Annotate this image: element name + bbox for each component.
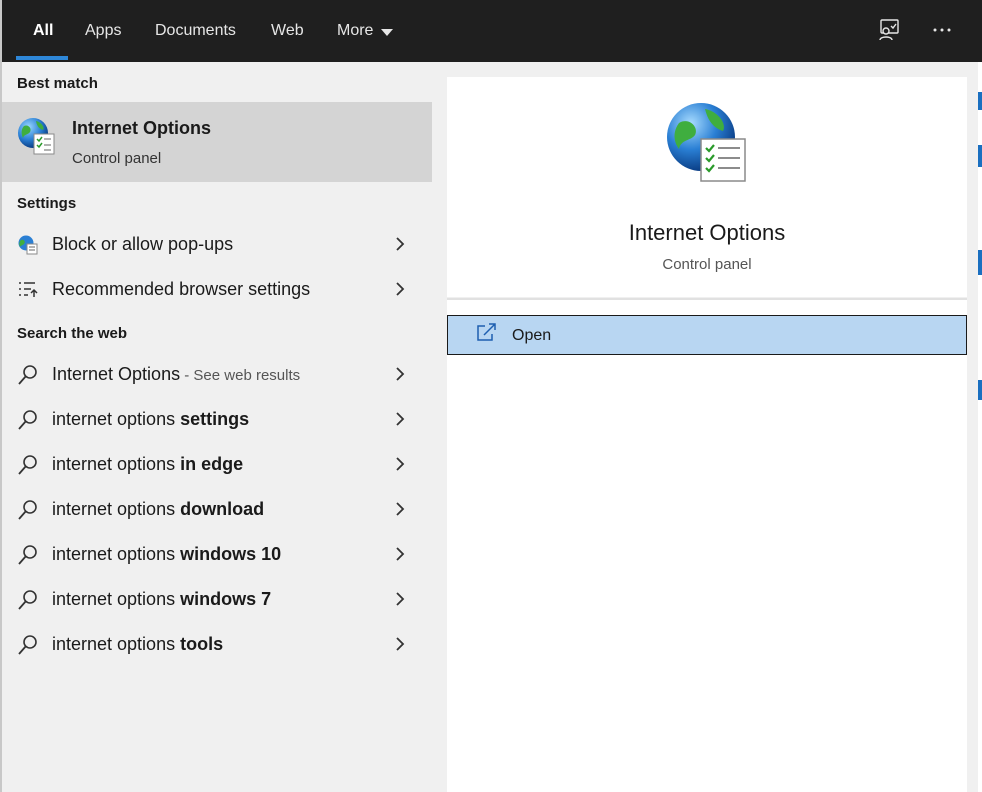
web-result-item[interactable]: internet options windows 10 — [2, 532, 432, 577]
search-icon — [16, 633, 40, 657]
tab-apps[interactable]: Apps — [85, 0, 121, 62]
active-tab-indicator — [16, 56, 68, 60]
best-match-subtitle: Control panel — [72, 150, 162, 167]
preview-pane: Internet Options Control panel Open — [432, 62, 982, 792]
preview-card: Internet Options Control panel — [447, 77, 967, 297]
chevron-down-icon — [381, 28, 394, 36]
search-window: All Apps Documents Web More Best match I… — [0, 0, 982, 792]
background-window-accent — [978, 145, 982, 167]
search-icon — [16, 543, 40, 567]
chevron-right-icon — [396, 367, 405, 381]
preview-subtitle: Control panel — [662, 256, 752, 273]
search-icon — [16, 588, 40, 612]
web-result-text: internet options — [52, 499, 181, 519]
web-result-text: internet options — [52, 589, 181, 609]
globe-settings-icon — [16, 233, 40, 257]
more-options-icon[interactable] — [929, 17, 955, 43]
web-result-bold: tools — [180, 634, 224, 654]
search-icon — [16, 453, 40, 477]
open-button-label: Open — [512, 327, 552, 344]
chevron-right-icon — [396, 457, 405, 471]
preview-actions: Open — [447, 300, 967, 792]
section-header-settings: Settings — [17, 195, 77, 212]
open-external-icon — [477, 323, 496, 341]
feedback-icon[interactable] — [876, 17, 902, 43]
preview-title: Internet Options — [628, 220, 786, 245]
web-result-label: internet options windows 10 — [52, 544, 281, 565]
settings-item-recommended-browser[interactable]: Recommended browser settings — [2, 267, 432, 312]
web-result-item[interactable]: internet options settings — [2, 397, 432, 442]
web-result-bold: settings — [180, 409, 250, 429]
tab-more[interactable]: More — [337, 0, 394, 62]
search-icon — [16, 498, 40, 522]
web-result-label: internet options windows 7 — [52, 589, 271, 610]
results-list: Best match Internet Options Control pane… — [2, 62, 432, 792]
background-window-edge — [978, 62, 982, 792]
web-result-item[interactable]: Internet Options - See web results — [2, 352, 432, 397]
web-result-label: internet options in edge — [52, 454, 243, 475]
chevron-right-icon — [396, 637, 405, 651]
chevron-right-icon — [396, 282, 405, 296]
web-result-bold: in edge — [180, 454, 244, 474]
search-scope-bar: All Apps Documents Web More — [0, 0, 982, 62]
background-window-accent — [978, 250, 982, 275]
web-result-label: internet options tools — [52, 634, 223, 655]
list-settings-icon — [16, 278, 40, 302]
open-button[interactable]: Open — [447, 315, 967, 355]
web-result-label: Internet Options - See web results — [52, 364, 300, 385]
web-result-bold: download — [180, 499, 265, 519]
background-window-accent — [978, 92, 982, 110]
window-edge — [0, 0, 2, 792]
tab-label: Web — [271, 22, 304, 39]
section-header-best-match: Best match — [17, 75, 98, 92]
chevron-right-icon — [396, 237, 405, 251]
web-result-label: internet options download — [52, 499, 264, 520]
tab-web[interactable]: Web — [271, 0, 304, 62]
settings-item-label: Block or allow pop-ups — [52, 234, 234, 254]
web-result-bold: windows 7 — [180, 589, 272, 609]
chevron-right-icon — [396, 412, 405, 426]
internet-options-icon — [667, 103, 746, 182]
settings-item-label: Recommended browser settings — [52, 279, 311, 299]
search-icon — [16, 408, 40, 432]
web-result-item[interactable]: internet options in edge — [2, 442, 432, 487]
tab-documents[interactable]: Documents — [155, 0, 236, 62]
background-window-accent — [978, 380, 982, 400]
tab-label: More — [337, 22, 374, 39]
best-match-result[interactable]: Internet Options Control panel — [2, 102, 432, 182]
tab-label: Documents — [155, 22, 236, 39]
web-result-hint: - See web results — [180, 367, 301, 384]
web-result-text: Internet Options — [52, 364, 181, 384]
best-match-name: Internet Options — [72, 118, 211, 138]
web-result-text: internet options — [52, 634, 181, 654]
web-result-text: internet options — [52, 409, 181, 429]
web-result-item[interactable]: internet options tools — [2, 622, 432, 667]
chevron-right-icon — [396, 502, 405, 516]
settings-item-block-popups[interactable]: Block or allow pop-ups — [2, 222, 432, 267]
web-result-text: internet options — [52, 454, 181, 474]
web-result-item[interactable]: internet options windows 7 — [2, 577, 432, 622]
web-result-label: internet options settings — [52, 409, 249, 430]
tab-all[interactable]: All — [33, 0, 53, 62]
web-result-item[interactable]: internet options download — [2, 487, 432, 532]
web-result-text: internet options — [52, 544, 181, 564]
tab-label: All — [33, 22, 54, 39]
section-header-search-web: Search the web — [17, 325, 128, 342]
chevron-right-icon — [396, 547, 405, 561]
web-result-bold: windows 10 — [180, 544, 282, 564]
chevron-right-icon — [396, 592, 405, 606]
internet-options-icon — [18, 118, 55, 155]
tab-label: Apps — [85, 22, 122, 39]
search-icon — [16, 363, 40, 387]
